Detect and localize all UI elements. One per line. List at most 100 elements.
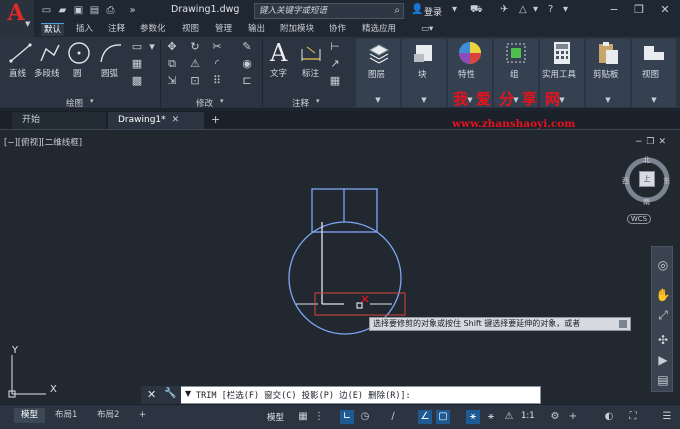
dimension-icon[interactable] [300,43,322,63]
share-icon[interactable]: ✈ [500,4,508,15]
annotation-scale-icon[interactable]: ⚠ [502,410,516,424]
copy-icon[interactable]: ⧉ [165,57,179,71]
polar-icon[interactable]: ◷ [358,410,372,424]
circle-icon[interactable] [66,40,92,66]
model-space-button[interactable]: 模型 [267,411,284,423]
pan-hand-icon[interactable]: ✋ [655,287,671,303]
isolate-icon[interactable]: ◐ [602,410,616,424]
annotation-visibility-icon[interactable]: ⚹ [466,410,480,424]
draw-panel-title[interactable]: 绘图 [66,97,83,109]
explode-icon[interactable]: ◉ [240,57,254,71]
stretch-icon[interactable]: ⇲ [165,74,179,88]
tab-layout2[interactable]: 布局2 [90,408,126,423]
open-folder-icon[interactable]: ▰ [56,4,69,17]
chevron-down-icon[interactable]: ▾ [316,97,320,105]
tab-layout1[interactable]: 布局1 [48,408,84,423]
scale-icon[interactable]: ⊡ [188,74,202,88]
command-history-icon[interactable]: ▼ [185,389,191,398]
tab-start[interactable]: 开始 [12,112,106,129]
dropdown-icon[interactable]: ▾ [563,4,568,15]
layers-button[interactable]: 图层 ▼ [356,39,400,107]
dimension-tool-label[interactable]: 标注 [302,67,319,79]
plot-icon[interactable]: ⎙ [104,4,117,17]
viewcube-top-face[interactable]: 上 [639,171,655,187]
save-as-icon[interactable]: ▤ [88,4,101,17]
clipboard-button[interactable]: 剪贴板 ▼ [586,39,630,107]
tab-model[interactable]: 模型 [14,408,46,423]
chevron-down-icon[interactable]: ▾ [220,97,224,105]
orbit-icon[interactable]: ✣ [655,332,671,348]
close-icon[interactable]: ✕ [147,388,156,401]
line-icon[interactable] [8,41,34,65]
rectangle-icon[interactable]: ▭ [130,40,144,54]
tab-view[interactable]: 视图 [179,23,202,36]
annotation-panel-title[interactable]: 注释 [292,97,309,109]
autodesk-360-icon[interactable]: △ [519,4,527,15]
tab-output[interactable]: 输出 [245,23,268,36]
tab-insert[interactable]: 插入 [73,23,96,36]
viewcube-south[interactable]: 南 [643,197,650,207]
tooltip-expand-icon[interactable] [619,320,627,328]
user-icon[interactable]: 👤 [411,4,423,15]
chevron-down-icon[interactable]: ▾ [145,40,159,54]
search-input[interactable] [255,4,385,18]
add-layout-icon[interactable]: + [132,408,153,423]
snap-icon[interactable]: ⋮ [312,410,326,424]
command-prompt-text[interactable]: TRIM [栏选(F) 窗交(C) 投影(P) 边(E) 删除(R)]: [196,389,411,401]
ribbon-options-icon[interactable]: ▭▾ [418,23,436,36]
fillet-icon[interactable]: ◜ [210,57,224,71]
dropdown-icon[interactable]: ▾ [452,4,457,15]
film-icon[interactable]: ▤ [655,372,671,388]
search-box[interactable]: ⌕ [254,3,404,19]
restore-icon[interactable]: ❐ [630,2,648,18]
mirror-icon[interactable]: ⚠ [188,57,202,71]
tab-featured-apps[interactable]: 精选应用 [359,23,399,36]
customize-menu-icon[interactable]: ☰ [660,410,674,424]
arc-tool-label[interactable]: 圆弧 [101,67,118,79]
chevron-down-icon[interactable]: ▾ [90,97,94,105]
leader-icon[interactable]: ↗ [328,57,342,71]
viewcube-west[interactable]: 西 [622,176,629,186]
lineweight-icon[interactable]: ∠ [418,410,432,424]
circle-tool-label[interactable]: 圆 [73,67,82,79]
dropdown-icon[interactable]: ▾ [533,4,538,15]
minimize-icon[interactable]: − [605,2,623,18]
hatch-icon[interactable]: ▦ [130,57,144,71]
app-menu-button[interactable]: A ▼ [0,0,34,40]
close-icon[interactable]: ✕ [656,2,674,18]
erase-icon[interactable]: ✎ [240,40,254,54]
tab-annotate[interactable]: 注释 [105,23,128,36]
arc-icon[interactable] [98,41,124,65]
text-tool-label[interactable]: 文字 [270,67,287,79]
linear-dim-icon[interactable]: ⊢ [328,40,342,54]
line-tool-label[interactable]: 直线 [9,67,26,79]
new-file-icon[interactable]: ▭ [40,4,53,17]
trim-icon[interactable]: ✂ [210,40,224,54]
rotate-icon[interactable]: ↻ [188,40,202,54]
login-button[interactable]: 登录 [424,5,442,18]
tab-manage[interactable]: 管理 [212,23,235,36]
object-snap-icon[interactable]: ▢ [436,410,450,424]
text-icon[interactable]: A [270,39,287,67]
save-icon[interactable]: ▣ [72,4,85,17]
close-tab-icon[interactable]: ✕ [172,115,180,125]
osnap-tracking-icon[interactable]: ∕ [386,410,400,424]
modify-panel-title[interactable]: 修改 [196,97,213,109]
table-icon[interactable]: ▦ [328,74,342,88]
annotation-scale-value[interactable]: 1:1 [521,411,535,421]
tab-home[interactable]: 默认 [41,23,65,36]
array-icon[interactable]: ⠿ [210,74,224,88]
auto-scale-icon[interactable]: ⚹ [484,410,498,424]
tab-addins[interactable]: 附加模块 [277,23,317,36]
grid-icon[interactable]: ▦ [296,410,310,424]
tab-collaborate[interactable]: 协作 [326,23,349,36]
view-button[interactable]: 视图 ▼ [632,39,676,107]
polyline-icon[interactable] [38,41,62,65]
fullscreen-icon[interactable]: ⛶ [626,410,640,424]
steering-wheel-icon[interactable]: ◎ [655,257,671,273]
drawing-area[interactable]: [−][俯视][二维线框] −❐✕ Y X [0,129,680,404]
zoom-extents-icon[interactable]: ⤢ [655,307,671,323]
ortho-icon[interactable]: ∟ [340,410,354,424]
tab-parametric[interactable]: 参数化 [137,23,169,36]
viewcube-north[interactable]: 北 [643,155,650,165]
